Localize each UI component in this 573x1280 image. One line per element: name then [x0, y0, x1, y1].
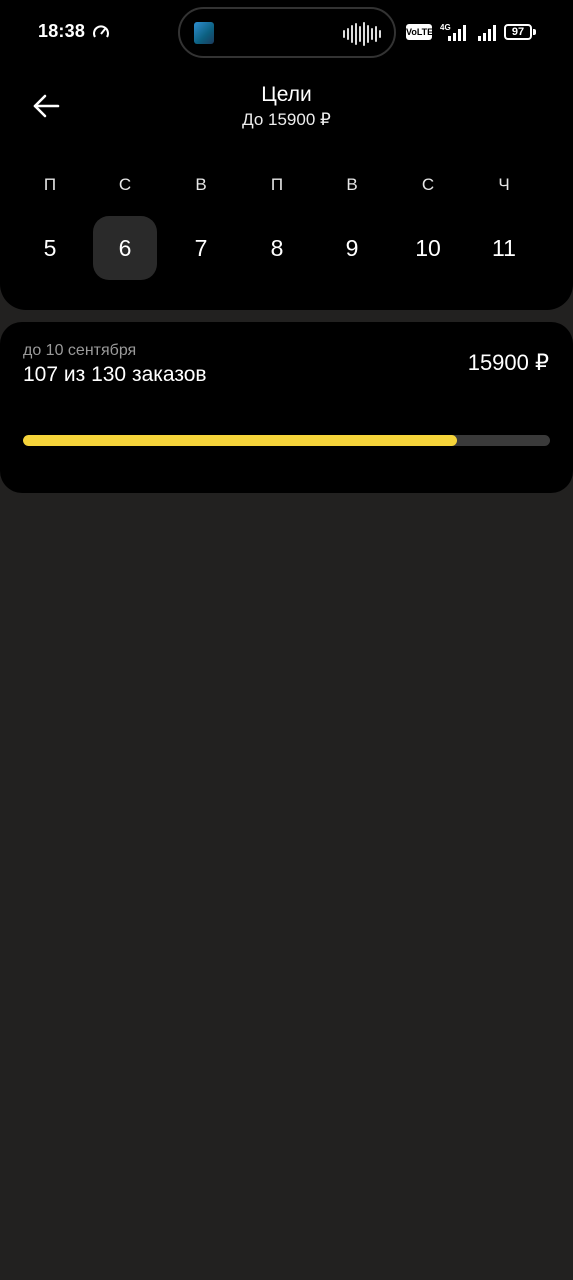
signal-icon: [478, 25, 496, 41]
weekday-label: С: [118, 175, 132, 194]
audio-wave-icon: [343, 22, 381, 46]
goal-deadline: до 10 сентября: [23, 342, 137, 359]
goal-card[interactable]: до 10 сентября 107 из 130 заказов 15900 …: [0, 322, 573, 493]
page-subtitle: До 15900 ₽: [242, 110, 331, 129]
page-title: Цели: [261, 83, 312, 106]
weekday-label: Ч: [498, 175, 510, 194]
status-time: 18:38: [38, 21, 86, 41]
day-8-button[interactable]: 8: [245, 216, 309, 280]
speedometer-icon: [93, 25, 109, 38]
weekday-label: В: [195, 175, 207, 194]
weekday-label: П: [43, 175, 57, 194]
weekday-label: В: [346, 175, 358, 194]
volte-icon: VoLTE: [406, 24, 433, 40]
day-5-button[interactable]: 5: [18, 216, 82, 280]
weekday-label: С: [421, 175, 435, 194]
progress-bar: [23, 435, 550, 446]
weekday-label: П: [270, 175, 284, 194]
day-7-button[interactable]: 7: [169, 216, 233, 280]
day-9-button[interactable]: 9: [320, 216, 384, 280]
dynamic-island[interactable]: [178, 7, 396, 58]
goal-amount: 15900 ₽: [467, 350, 549, 375]
day-6-button-selected[interactable]: 6: [93, 216, 157, 280]
album-art-icon: [194, 22, 214, 44]
battery-icon: 97: [504, 24, 532, 40]
top-panel: 18:38 VoLTE 4G 97 Цели До 15900 ₽ П С В …: [0, 0, 573, 310]
progress-bar-fill: [23, 435, 457, 446]
network-type-label: 4G: [440, 23, 451, 32]
day-10-button[interactable]: 10: [396, 216, 460, 280]
battery-tip: [533, 29, 536, 35]
day-11-button[interactable]: 11: [472, 216, 536, 280]
goal-progress-text: 107 из 130 заказов: [23, 363, 207, 386]
signal-4g-icon: 4G: [440, 23, 466, 41]
